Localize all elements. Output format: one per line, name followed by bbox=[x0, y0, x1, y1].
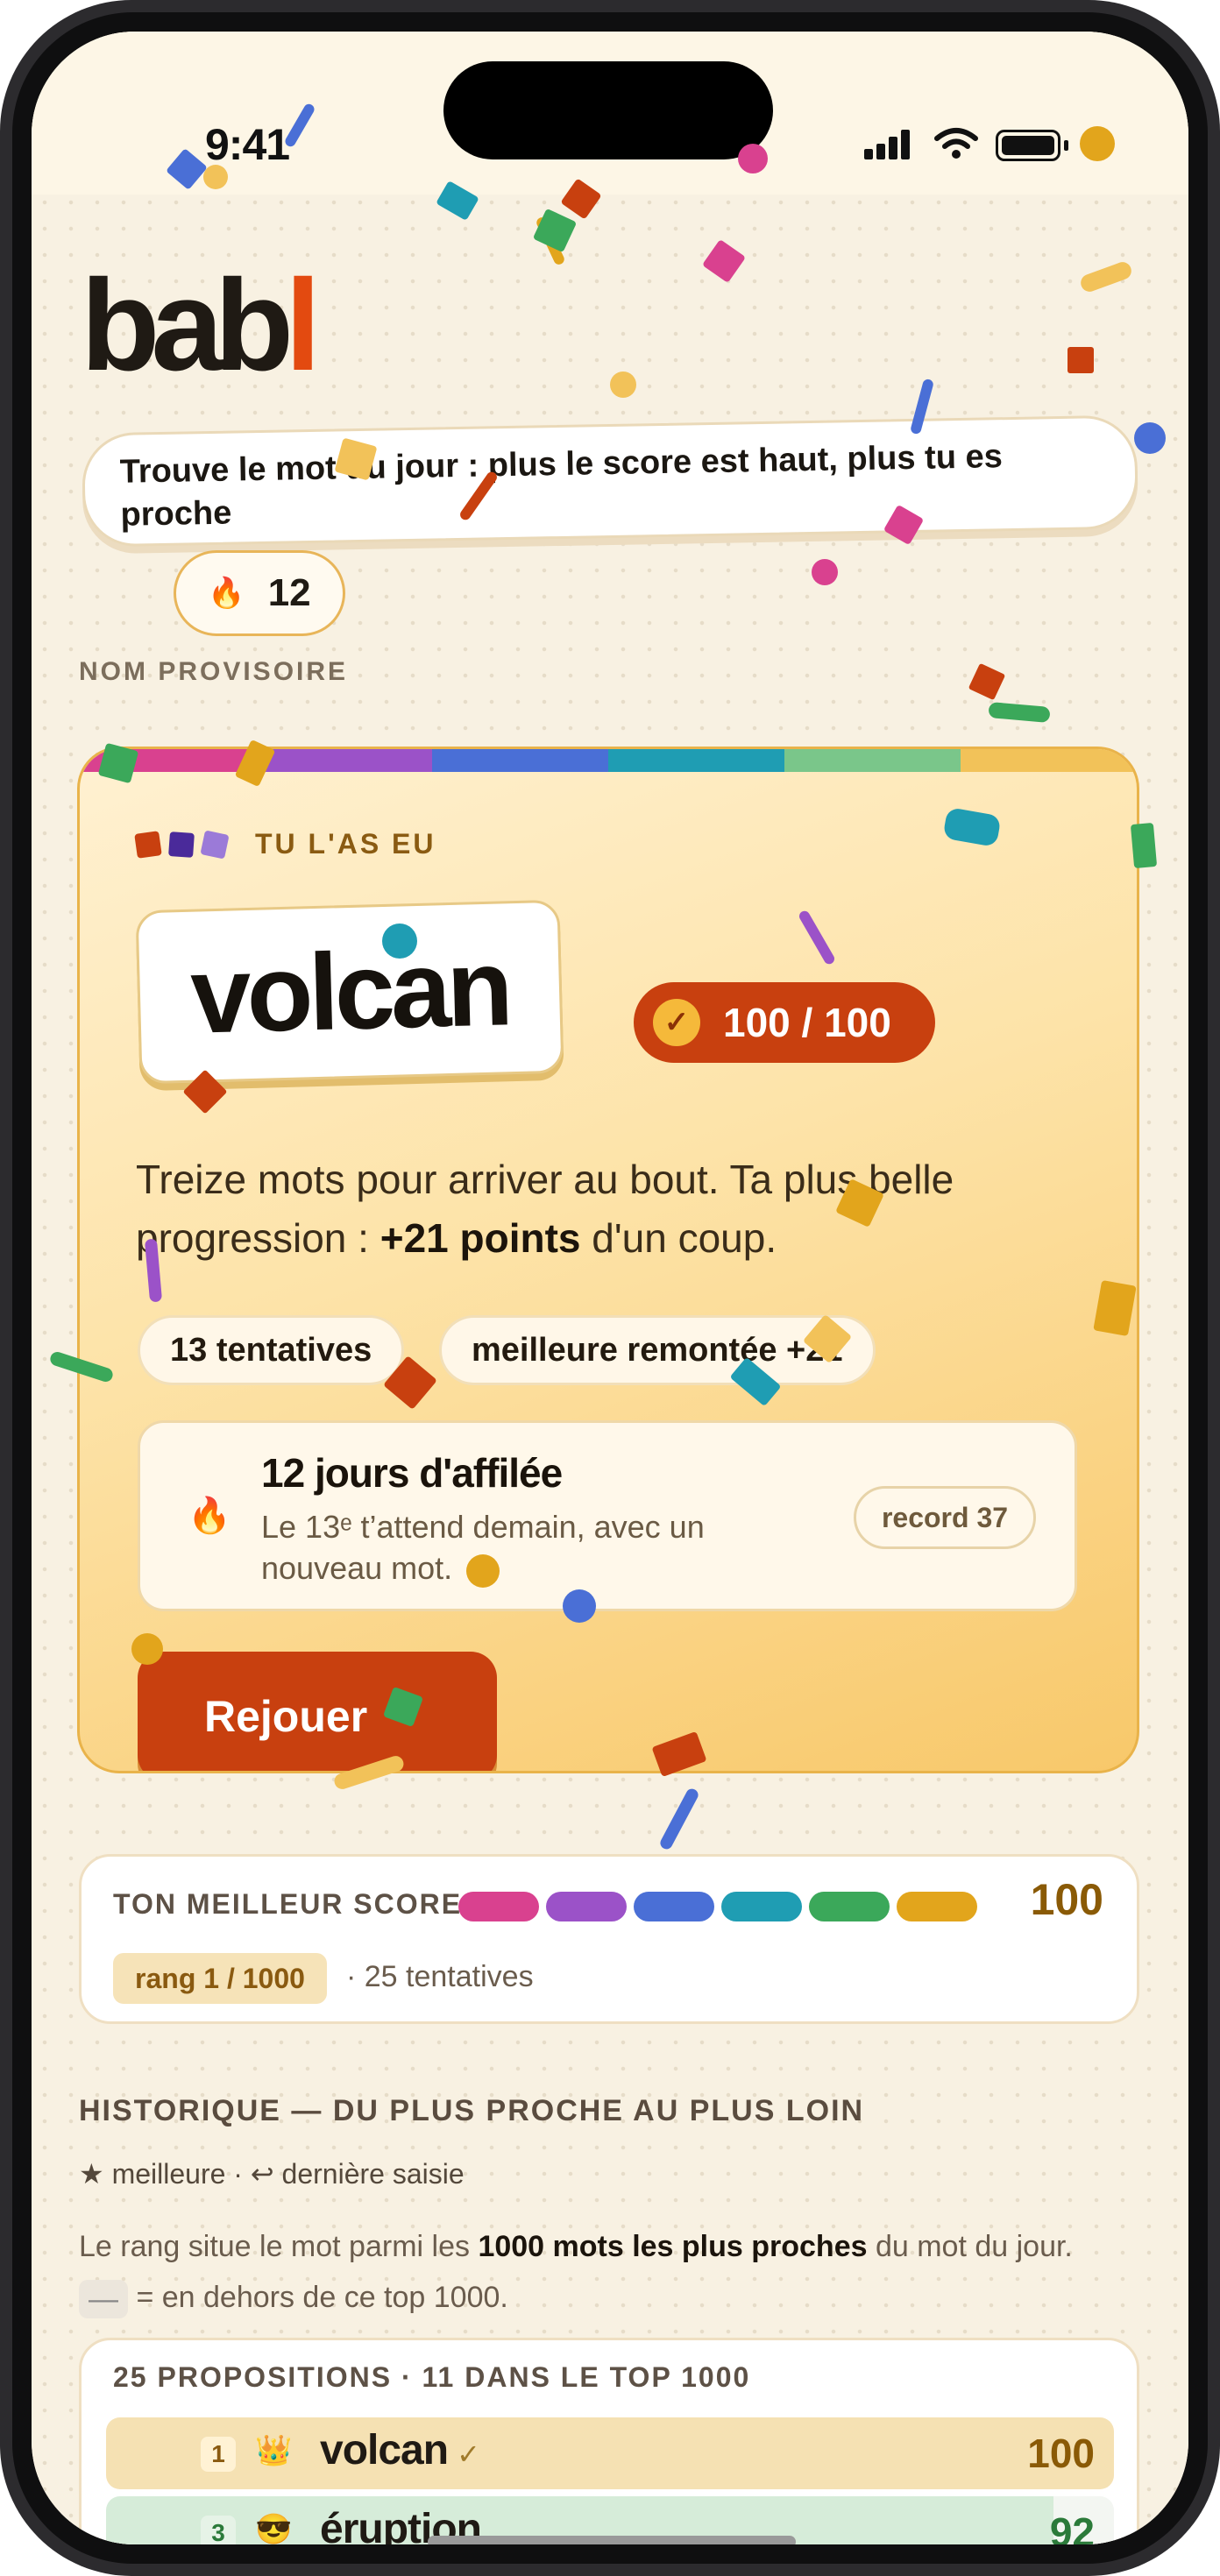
battery-tip bbox=[1064, 140, 1068, 151]
best-gain-chip: meilleure remontée +21 bbox=[439, 1315, 876, 1385]
history-title: HISTORIQUE — DU PLUS PROCHE AU PLUS LOIN bbox=[79, 2094, 865, 2127]
guess-row[interactable]: 1 👑 volcan ✓ 100 bbox=[106, 2417, 1114, 2489]
confetti-piece bbox=[1080, 126, 1115, 161]
rainbow-segment bbox=[784, 749, 961, 772]
solved-word: volcan bbox=[135, 899, 564, 1085]
attempts-chip: 13 tentatives bbox=[138, 1315, 405, 1385]
guess-list: 25 PROPOSITIONS · 11 DANS LE TOP 1000 1 … bbox=[79, 2338, 1139, 2544]
guess-rank: 1 bbox=[201, 2437, 236, 2472]
return-icon: ↩ bbox=[250, 2158, 274, 2190]
battery-icon bbox=[996, 130, 1060, 161]
replay-button[interactable]: Rejouer bbox=[138, 1652, 497, 1771]
progress-segment bbox=[897, 1892, 977, 1921]
home-indicator bbox=[428, 2536, 796, 2544]
rank-badge: rang 1 / 1000 bbox=[113, 1953, 327, 2004]
win-label: TU L'AS EU bbox=[255, 828, 436, 860]
sunglasses-icon: 😎 bbox=[255, 2513, 293, 2544]
tagline-banner: Trouve le mot du jour : plus le score es… bbox=[81, 414, 1139, 548]
confetti-piece bbox=[1134, 422, 1166, 454]
confetti-piece bbox=[131, 1633, 163, 1665]
replay-label: Rejouer bbox=[204, 1692, 368, 1741]
phone-frame: 9:41 babl Trouve le mot du jour : plus l… bbox=[0, 0, 1220, 2576]
decor-square bbox=[134, 830, 162, 859]
streak-box: 🔥 12 jours d'affilée Le 13ᵉ t’attend dem… bbox=[138, 1420, 1077, 1611]
dynamic-island bbox=[443, 61, 773, 159]
score-value: 100 / 100 bbox=[723, 1000, 891, 1045]
best-score-card: TON MEILLEUR SCORE 100 rang 1 / 1000 · 2… bbox=[79, 1854, 1139, 2024]
confetti-piece bbox=[610, 372, 636, 398]
decor-square bbox=[200, 829, 230, 860]
rainbow-segment bbox=[608, 749, 784, 772]
rainbow-segment bbox=[961, 749, 1137, 772]
confetti-piece bbox=[382, 924, 417, 959]
app-logo: babl bbox=[81, 253, 321, 398]
rainbow-segment bbox=[256, 749, 432, 772]
status-icons bbox=[864, 126, 1110, 165]
streak-title: 12 jours d'affilée bbox=[261, 1450, 563, 1496]
confetti-piece bbox=[1130, 822, 1158, 869]
best-score-value: 100 bbox=[1030, 1875, 1103, 1924]
confetti-piece bbox=[563, 1589, 596, 1623]
guess-word: volcan ✓ bbox=[320, 2427, 480, 2473]
win-heading: TU L'AS EU bbox=[134, 828, 436, 860]
guess-rank: 3 bbox=[201, 2516, 236, 2544]
progress-segment bbox=[634, 1892, 714, 1921]
flame-icon: 🔥 bbox=[208, 577, 245, 610]
best-score-label: TON MEILLEUR SCORE bbox=[113, 1888, 463, 1920]
check-icon: ✓ bbox=[457, 2438, 480, 2470]
progress-segment bbox=[458, 1892, 539, 1921]
confetti-piece bbox=[812, 559, 838, 585]
crown-icon: 👑 bbox=[255, 2434, 293, 2467]
record-badge: record 37 bbox=[854, 1486, 1036, 1549]
confetti-piece bbox=[738, 144, 768, 173]
decor-square bbox=[168, 831, 195, 858]
rainbow-segment bbox=[432, 749, 608, 772]
guess-score: 92 bbox=[1049, 2509, 1095, 2544]
history-legend: ★ meilleure · ↩ dernière saisie bbox=[79, 2158, 465, 2190]
score-badge: ✓ 100 / 100 bbox=[634, 982, 935, 1063]
confetti-piece bbox=[203, 165, 228, 189]
win-message: Treize mots pour arriver au bout. Ta plu… bbox=[136, 1157, 954, 1261]
win-card: TU L'AS EU volcan ✓ 100 / 100 Treize mot… bbox=[77, 747, 1139, 1773]
status-time: 9:41 bbox=[205, 120, 290, 169]
check-icon: ✓ bbox=[653, 999, 700, 1046]
progress-segment bbox=[546, 1892, 627, 1921]
rank-explanation: Le rang situe le mot parmi les 1000 mots… bbox=[79, 2222, 1131, 2324]
guess-score: 100 bbox=[1027, 2431, 1095, 2476]
guess-list-header: 25 PROPOSITIONS · 11 DANS LE TOP 1000 bbox=[113, 2361, 751, 2393]
progress-segment bbox=[721, 1892, 802, 1921]
flame-icon: 🔥 bbox=[188, 1497, 231, 1535]
streak-counter[interactable]: 🔥 12 bbox=[174, 550, 345, 636]
confetti-piece bbox=[1068, 347, 1094, 373]
progress-segment bbox=[809, 1892, 890, 1921]
outside-top-chip: — bbox=[79, 2279, 128, 2318]
confetti-piece bbox=[466, 1554, 500, 1588]
star-icon: ★ bbox=[79, 2158, 104, 2190]
streak-count: 12 bbox=[267, 571, 311, 614]
provisional-name-label: NOM PROVISOIRE bbox=[79, 657, 349, 686]
signal-icon bbox=[864, 126, 917, 165]
best-tries: · 25 tentatives bbox=[346, 1960, 534, 1993]
streak-subtitle: Le 13ᵉ t’attend demain, avec un nouveau … bbox=[261, 1509, 705, 1586]
wifi-icon bbox=[934, 128, 978, 159]
screen: 9:41 babl Trouve le mot du jour : plus l… bbox=[32, 32, 1188, 2544]
